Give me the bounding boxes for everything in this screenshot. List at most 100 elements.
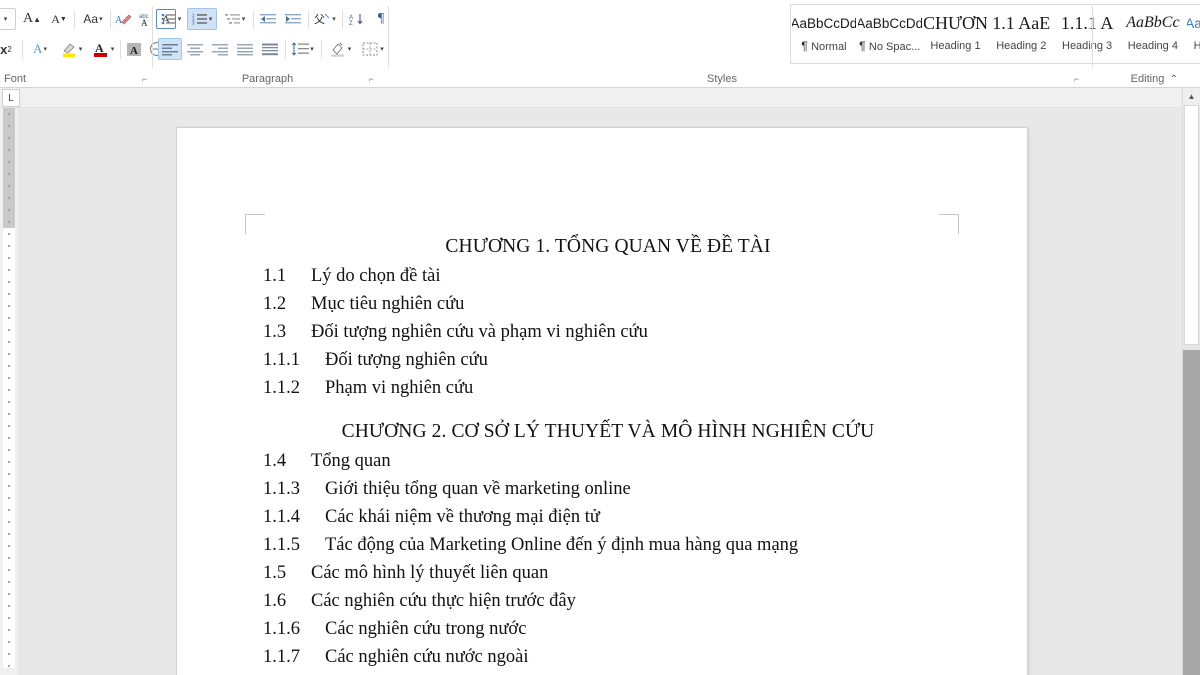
line-spacing-icon[interactable]: ▾ bbox=[288, 38, 318, 60]
font-color-icon[interactable]: A ▾ bbox=[88, 38, 118, 60]
word-application-window: ▾ A ▲ A ▼ Aa ▾ A abc A x 2 A ▾ ▾ A ▾ A F… bbox=[0, 0, 1200, 675]
toc-line[interactable]: 1.1.6 Các nghiên cứu trong nước bbox=[263, 619, 953, 640]
character-shading-icon[interactable]: A bbox=[122, 38, 146, 60]
style-name: ¶ No Spac... bbox=[859, 40, 921, 53]
vruler-tick bbox=[8, 340, 10, 343]
vruler-tick bbox=[8, 496, 10, 499]
toc-text: Các nghiên cứu trong nước bbox=[325, 619, 527, 639]
toc-line[interactable]: 1.6 Các nghiên cứu thực hiện trước đây bbox=[263, 591, 953, 612]
vruler-tick bbox=[8, 400, 10, 403]
toc-number: 1.6 bbox=[263, 591, 287, 611]
style-item-heading-2[interactable]: 1.1 AaE Heading 2 bbox=[988, 5, 1054, 63]
bullets-icon[interactable]: ▾ bbox=[158, 8, 184, 30]
vruler-tick bbox=[8, 316, 10, 319]
style-preview: 1.1 AaE bbox=[992, 12, 1051, 33]
vruler-tick bbox=[8, 508, 10, 511]
distributed-icon[interactable] bbox=[258, 38, 282, 60]
chapter-1-toc-list: 1.1 Lý do chọn đề tài 1.2 Mục tiêu nghiên c… bbox=[263, 266, 953, 399]
vruler-tick bbox=[8, 376, 10, 379]
style-item-no-spac[interactable]: AaBbCcDd ¶ No Spac... bbox=[857, 5, 923, 63]
style-preview: CHƯƠN bbox=[923, 12, 988, 33]
vruler-tick bbox=[8, 424, 10, 427]
vruler-tick bbox=[8, 196, 10, 199]
toc-line[interactable]: 1.1.7 Các nghiên cứu nước ngoài bbox=[263, 647, 953, 668]
font-group-label: Font bbox=[4, 73, 27, 85]
font-size-dropdown[interactable]: ▾ bbox=[0, 8, 16, 30]
increase-indent-icon[interactable] bbox=[281, 8, 305, 30]
toc-text: Giới thiệu tổng quan về marketing online bbox=[325, 479, 631, 499]
superscript-icon[interactable]: x2 bbox=[0, 38, 18, 60]
ribbon-group-font: ▾ A ▲ A ▼ Aa ▾ A abc A x 2 A ▾ ▾ A ▾ A F… bbox=[0, 0, 176, 88]
style-name: ¶ Normal bbox=[801, 40, 847, 53]
toc-line[interactable]: 1.5 Các mô hình lý thuyết liên quan bbox=[263, 563, 953, 584]
sort-icon[interactable]: A Z bbox=[345, 8, 369, 30]
decrease-indent-icon[interactable] bbox=[256, 8, 280, 30]
vruler-tick bbox=[8, 388, 10, 391]
toc-number: 1.3 bbox=[263, 322, 287, 342]
asian-layout-icon[interactable]: 父 ▾ bbox=[311, 8, 339, 30]
shrink-font-icon[interactable]: A ▼ bbox=[47, 8, 71, 30]
vruler-tick bbox=[8, 148, 10, 151]
clear-formatting-icon[interactable]: A bbox=[112, 8, 134, 30]
font-dialog-launcher[interactable]: ⌐ bbox=[142, 74, 147, 84]
scrollbar-thumb[interactable] bbox=[1184, 105, 1199, 345]
vruler-tick bbox=[8, 328, 10, 331]
vertical-scrollbar[interactable]: ▲ bbox=[1182, 88, 1200, 675]
align-center-icon[interactable] bbox=[183, 38, 207, 60]
vruler-tick bbox=[8, 652, 10, 655]
text-highlight-color-icon[interactable]: ▾ bbox=[56, 38, 86, 60]
scrollbar-lower-track[interactable] bbox=[1183, 350, 1200, 675]
toc-line[interactable]: 1.1.1 Đối tượng nghiên cứu bbox=[263, 350, 953, 371]
vruler-tick bbox=[8, 664, 10, 667]
toc-number: 1.1.3 bbox=[263, 479, 300, 499]
tab-stop-left-icon[interactable]: L bbox=[2, 89, 20, 107]
toc-line[interactable]: 1.2 Mục tiêu nghiên cứu bbox=[263, 294, 953, 315]
toc-line[interactable]: 1.1.5 Tác động của Marketing Online đến ý… bbox=[263, 535, 953, 556]
toc-number: 1.5 bbox=[263, 563, 287, 583]
toc-line[interactable]: 1.1 Lý do chọn đề tài bbox=[263, 266, 953, 287]
paragraph-dialog-launcher[interactable]: ⌐ bbox=[369, 74, 374, 84]
svg-text:A: A bbox=[141, 18, 148, 27]
svg-text:3: 3 bbox=[192, 21, 195, 26]
change-case-icon[interactable]: Aa ▾ bbox=[78, 8, 108, 30]
style-name: Heading 2 bbox=[996, 40, 1047, 52]
ribbon-group-paragraph: ▾ 1 2 3 ▾ ▾ 父 ▾ A Z ¶ ▾ ▾ ▾ Paragraph ⌐ bbox=[155, 0, 384, 88]
toc-line[interactable]: 1.4 Tổng quan bbox=[263, 451, 953, 472]
toc-number: 1.1.4 bbox=[263, 507, 300, 527]
shading-icon[interactable]: ▾ bbox=[325, 38, 355, 60]
toc-line[interactable]: 1.3 Đối tượng nghiên cứu và phạm vi nghiê… bbox=[263, 322, 953, 343]
text-effects-icon[interactable]: A ▾ bbox=[26, 38, 54, 60]
toc-line[interactable]: 1.1.3 Giới thiệu tổng quan về marketing o… bbox=[263, 479, 953, 500]
vruler-tick bbox=[8, 232, 10, 235]
vruler-tick bbox=[8, 172, 10, 175]
vruler-tick bbox=[8, 256, 10, 259]
toc-line[interactable]: 1.1.4 Các khái niệm về thương mại điện tử bbox=[263, 507, 953, 528]
multilevel-list-icon[interactable]: ▾ bbox=[220, 8, 250, 30]
ribbon-group-styles: AaBbCcDd ¶ Normal AaBbCcDd ¶ No Spac... CHƯƠ… bbox=[392, 0, 1200, 88]
toc-text: Đối tượng nghiên cứu bbox=[325, 350, 488, 370]
style-item-normal[interactable]: AaBbCcDd ¶ Normal bbox=[791, 5, 857, 63]
numbering-icon[interactable]: 1 2 3 ▾ bbox=[187, 8, 217, 30]
document-text-body[interactable]: CHƯƠNG 1. TỔNG QUAN VỀ ĐỀ TÀI 1.1 Lý do c… bbox=[263, 236, 953, 675]
scroll-up-icon[interactable]: ▲ bbox=[1183, 88, 1200, 105]
vruler-tick bbox=[8, 532, 10, 535]
horizontal-ruler[interactable]: 11234567 ▽ ▤ △ bbox=[0, 88, 1200, 198]
align-left-icon[interactable] bbox=[158, 38, 182, 60]
document-canvas[interactable]: CHƯƠNG 1. TỔNG QUAN VỀ ĐỀ TÀI 1.1 Lý do c… bbox=[18, 108, 1182, 675]
chapter-2-heading: CHƯƠNG 2. CƠ SỞ LÝ THUYẾT VÀ MÔ HÌNH NGH… bbox=[341, 421, 875, 442]
justify-icon[interactable] bbox=[233, 38, 257, 60]
vruler-tick bbox=[8, 568, 10, 571]
toc-number: 1.1.6 bbox=[263, 619, 300, 639]
align-right-icon[interactable] bbox=[208, 38, 232, 60]
vertical-ruler[interactable] bbox=[0, 108, 18, 675]
toc-text: Mục tiêu nghiên cứu bbox=[311, 294, 465, 314]
toc-text: Tổng quan bbox=[311, 451, 391, 471]
chevron-up-icon[interactable]: ⌃ bbox=[1170, 74, 1178, 85]
grow-font-icon[interactable]: A ▲ bbox=[20, 8, 44, 30]
styles-dialog-launcher[interactable]: ⌐ bbox=[1074, 74, 1079, 84]
svg-text:Z: Z bbox=[349, 21, 353, 26]
toc-line[interactable]: 1.1.2 Phạm vi nghiên cứu bbox=[263, 378, 953, 399]
style-item-heading-1[interactable]: CHƯƠN Heading 1 bbox=[923, 5, 989, 63]
borders-icon[interactable]: ▾ bbox=[358, 38, 388, 60]
document-page[interactable]: CHƯƠNG 1. TỔNG QUAN VỀ ĐỀ TÀI 1.1 Lý do c… bbox=[176, 127, 1028, 675]
